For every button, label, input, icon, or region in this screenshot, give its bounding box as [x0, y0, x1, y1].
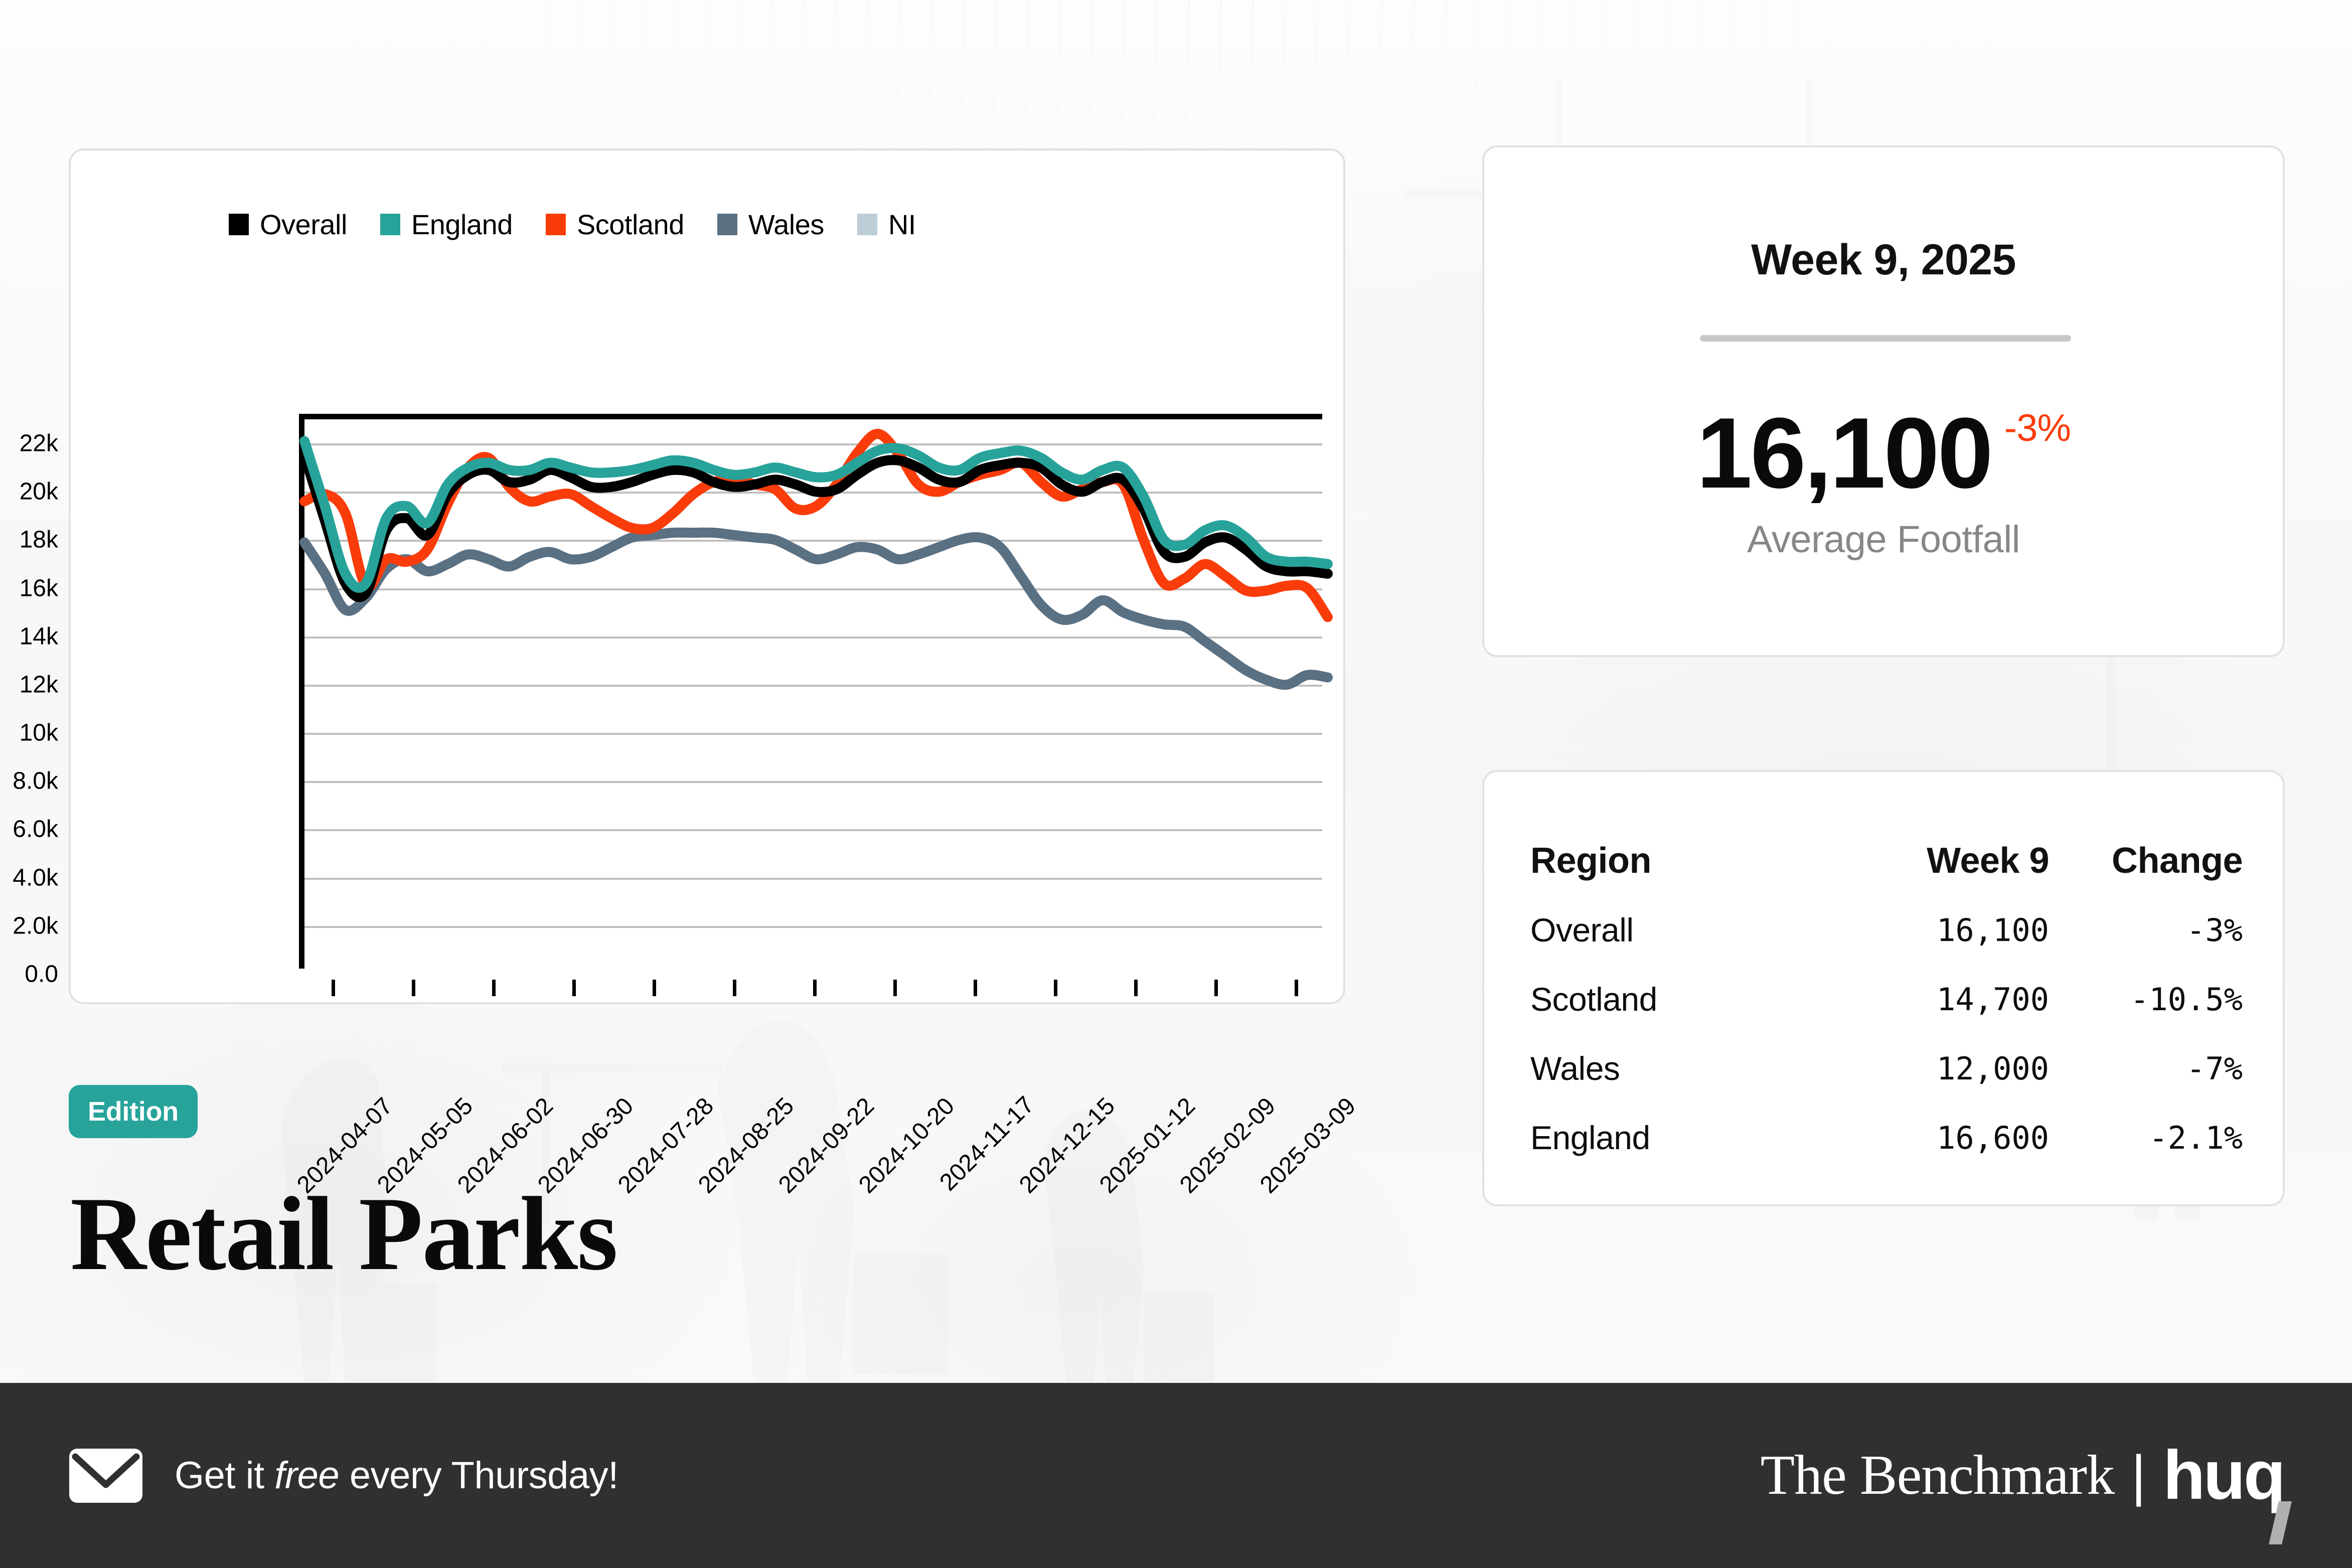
chart-x-tick-mark: [974, 980, 977, 996]
table-cell-value: 16,100: [1937, 911, 2049, 949]
footer-cta-group[interactable]: Get it free every Thursday!: [68, 1448, 618, 1504]
legend-label-ni: NI: [888, 209, 916, 240]
chart-x-tick-mark: [332, 980, 335, 996]
kpi-caption: Average Footfall: [1747, 518, 2020, 561]
table-cell-change: -7%: [2186, 1050, 2243, 1087]
legend-item-overall[interactable]: Overall: [229, 208, 347, 241]
region-breakdown-card: Region Week 9 Change Overall 16,100 -3% Sco…: [1482, 770, 2285, 1206]
chart-line-scotland: [299, 428, 1333, 622]
table-header-row: Region Week 9 Change: [1530, 826, 2243, 895]
legend-label-overall: Overall: [260, 209, 347, 240]
chart-y-tick-label: 0.0: [25, 961, 58, 988]
chart-x-tick-mark: [1134, 980, 1138, 996]
page-title: Retail Parks: [70, 1176, 618, 1292]
footer-brand-group[interactable]: The Benchmark | huq: [1760, 1436, 2292, 1544]
table-cell-region: Overall: [1530, 911, 1634, 949]
footer-cta-prefix: Get it: [175, 1454, 275, 1497]
chart-x-tick-mark: [1054, 980, 1057, 996]
kpi-delta-badge: -3%: [2004, 407, 2071, 449]
table-cell-change: -3%: [2186, 911, 2243, 949]
chart-y-tick-label: 10k: [19, 719, 58, 746]
region-table: Region Week 9 Change Overall 16,100 -3% Sco…: [1530, 826, 2243, 1172]
footer-cta-text: Get it free every Thursday!: [175, 1454, 618, 1497]
newsletter-page: Overall England Scotland Wales NI 0.0 2.…: [0, 0, 2352, 1568]
chart-line-england: [299, 436, 1333, 593]
chart-y-tick-label: 14k: [19, 623, 58, 650]
legend-swatch-scotland: [545, 214, 566, 235]
chart-series-svg: [299, 428, 1333, 690]
kpi-week-label: Week 9, 2025: [1751, 236, 2016, 284]
kpi-divider: [1700, 335, 2071, 342]
chart-y-tick-label: 8.0k: [13, 767, 58, 795]
chart-y-tick-label: 4.0k: [13, 864, 58, 891]
envelope-icon: [69, 1448, 142, 1503]
table-cell-region: Scotland: [1530, 981, 1657, 1018]
table-header-week: Week 9: [1927, 841, 2049, 881]
chart-x-tick-mark: [653, 980, 656, 996]
table-cell-value: 14,700: [1937, 981, 2049, 1018]
table-row: Overall 16,100 -3%: [1530, 895, 2243, 965]
chart-x-tick-mark: [1295, 980, 1298, 996]
brand-huq-text: huq: [2163, 1437, 2286, 1514]
table-cell-change: -2.1%: [2149, 1119, 2243, 1156]
legend-item-wales[interactable]: Wales: [717, 208, 824, 241]
chart-y-tick-label: 20k: [19, 478, 58, 505]
legend-swatch-ni: [857, 214, 877, 235]
footfall-chart-card: Overall England Scotland Wales NI 0.0 2.…: [13, 148, 1361, 1198]
brand-benchmark-wordmark: The Benchmark: [1760, 1444, 2115, 1506]
chart-x-tick-mark: [492, 980, 496, 996]
edition-badge[interactable]: Edition: [69, 1085, 198, 1138]
table-header-change: Change: [2111, 841, 2243, 881]
table-body: Overall 16,100 -3% Scotland 14,700 -10.5% Wale…: [1530, 895, 2243, 1172]
legend-item-england[interactable]: England: [380, 208, 513, 241]
brand-huq-logo: huq: [2163, 1436, 2292, 1544]
legend-item-scotland[interactable]: Scotland: [545, 208, 684, 241]
chart-x-tick-mark: [1214, 980, 1218, 996]
legend-swatch-wales: [717, 214, 737, 235]
footer-bar: Get it free every Thursday! The Benchmar…: [0, 1383, 2352, 1568]
chart-y-tick-label: 16k: [19, 575, 58, 602]
table-cell-change: -10.5%: [2130, 981, 2243, 1018]
table-cell-region: Wales: [1530, 1050, 1620, 1087]
chart-y-tick-label: 6.0k: [13, 816, 58, 843]
table-row: Scotland 14,700 -10.5%: [1530, 965, 2243, 1034]
chart-plot-area: 0.0 2.0k 4.0k 6.0k 8.0k 10k 12k 14k 16k 18k 20k 22k…: [13, 414, 1361, 1198]
table-cell-region: England: [1530, 1119, 1650, 1156]
chart-y-tick-label: 18k: [19, 526, 58, 553]
chart-x-tick-mark: [572, 980, 576, 996]
legend-item-ni[interactable]: NI: [857, 208, 916, 241]
chart-y-tick-label: 12k: [19, 671, 58, 698]
legend-label-wales: Wales: [748, 209, 825, 240]
table-header-region: Region: [1530, 841, 1651, 881]
brand-separator: |: [2131, 1444, 2146, 1507]
table-row: England 16,600 -2.1%: [1530, 1103, 2243, 1172]
chart-x-tick-mark: [412, 980, 415, 996]
kpi-value: 16,100: [1696, 397, 1993, 509]
chart-x-tick-mark: [893, 980, 897, 996]
legend-label-scotland: Scotland: [576, 209, 684, 240]
legend-label-england: England: [411, 209, 513, 240]
table-cell-value: 12,000: [1937, 1050, 2049, 1087]
legend-swatch-overall: [229, 214, 249, 235]
footer-cta-emphasis: free: [274, 1454, 340, 1497]
chart-inner: Overall England Scotland Wales NI 0.0 2.…: [13, 150, 1361, 1198]
chart-y-tick-label: 2.0k: [13, 912, 58, 939]
kpi-value-row: 16,100 -3%: [1484, 403, 2283, 504]
legend-swatch-england: [380, 214, 400, 235]
chart-legend: Overall England Scotland Wales NI: [229, 208, 949, 241]
table-cell-value: 16,600: [1937, 1119, 2049, 1156]
chart-x-tick-mark: [733, 980, 736, 996]
chart-x-tick-mark: [813, 980, 817, 996]
table-row: Wales 12,000 -7%: [1530, 1034, 2243, 1103]
headline-kpi-card: Week 9, 2025 16,100 -3% Average Footfall: [1482, 145, 2285, 657]
chart-y-tick-label: 22k: [19, 430, 58, 457]
footer-cta-suffix: every Thursday!: [339, 1454, 619, 1497]
